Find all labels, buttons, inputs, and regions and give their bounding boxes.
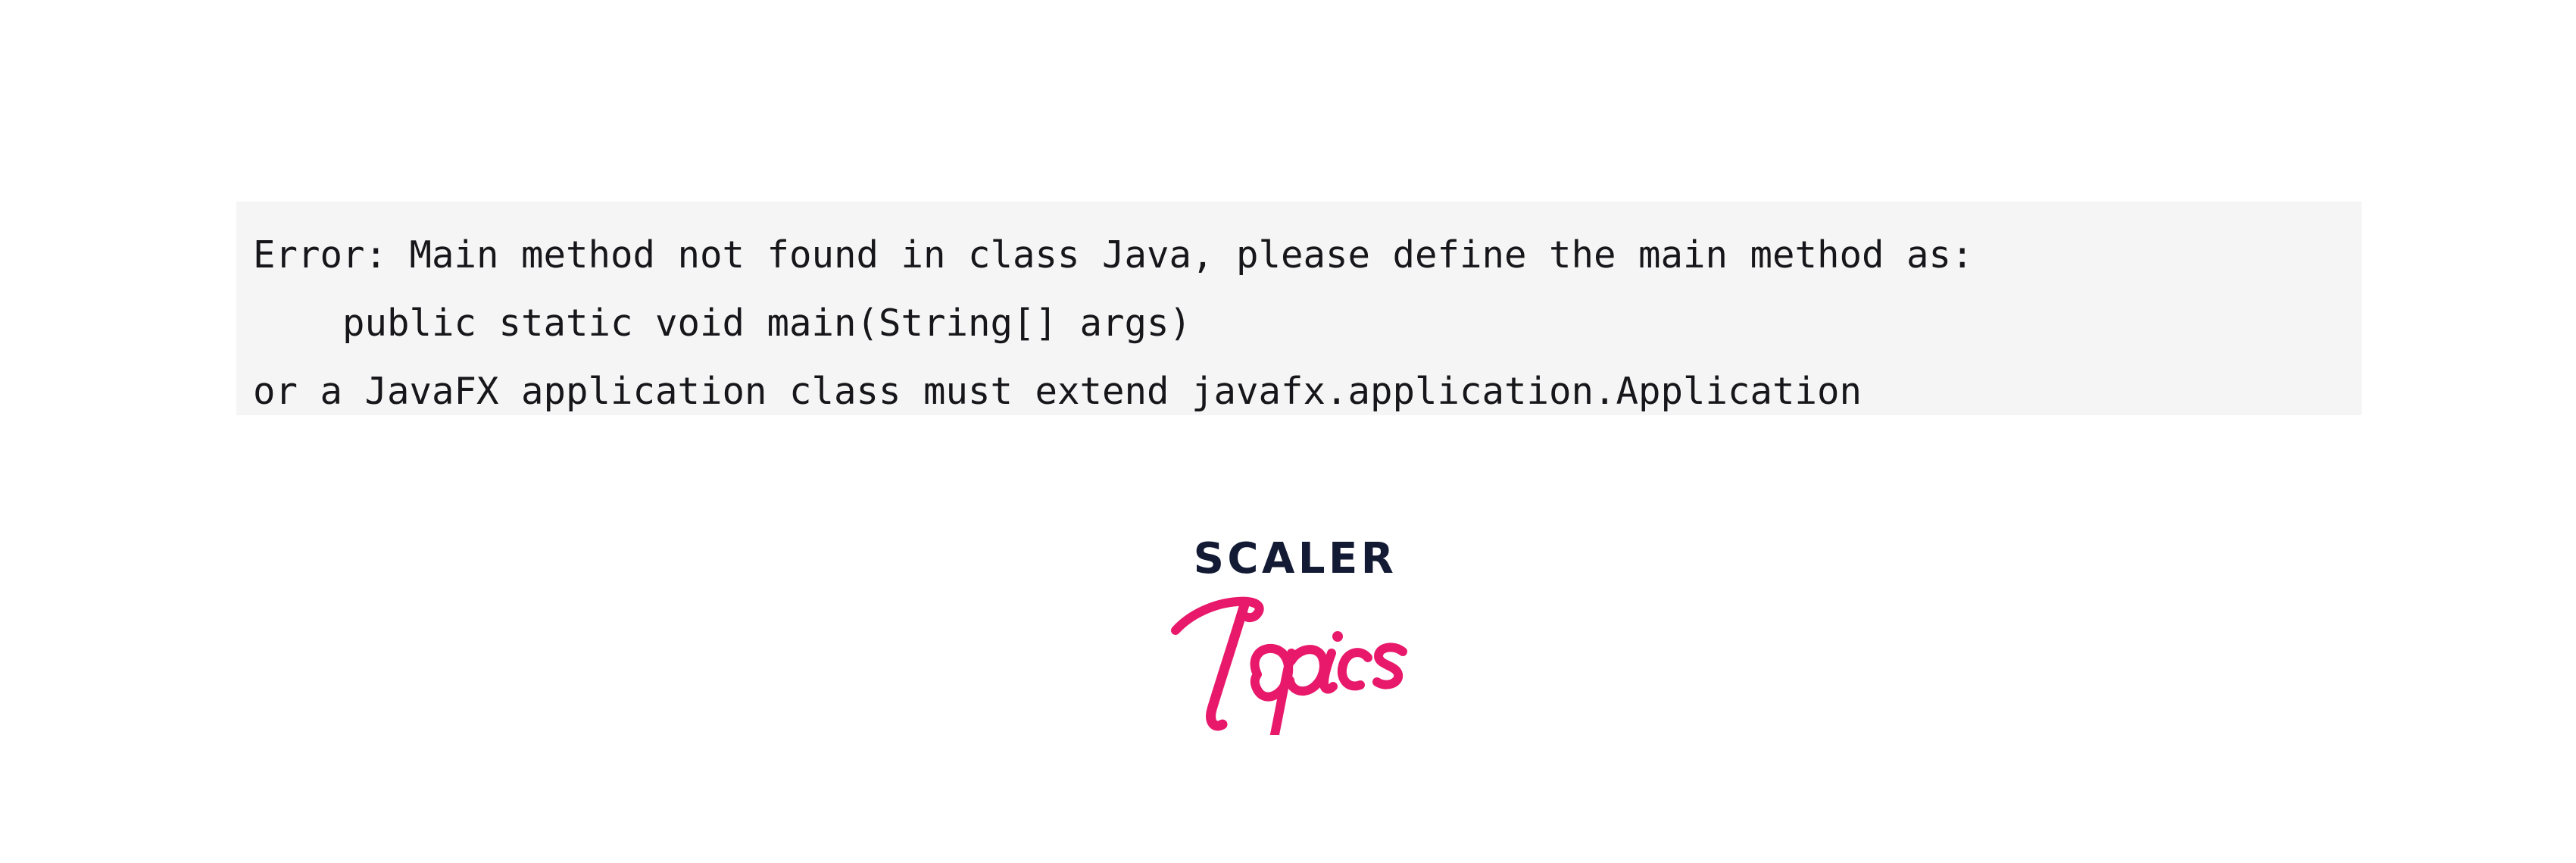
scaler-topics-logo: SCALER [1136, 521, 1454, 737]
error-output-line-2: public static void main(String[] args) [253, 302, 1192, 345]
error-output-line-3: or a JavaFX application class must exten… [253, 370, 1863, 413]
error-output-text: Error: Main method not found in class Ja… [253, 221, 2339, 426]
logo-script-topics [1136, 568, 1454, 735]
page-root: Error: Main method not found in class Ja… [0, 0, 2576, 863]
error-output-line-1: Error: Main method not found in class Ja… [253, 233, 1974, 277]
error-output-block: Error: Main method not found in class Ja… [236, 202, 2362, 415]
